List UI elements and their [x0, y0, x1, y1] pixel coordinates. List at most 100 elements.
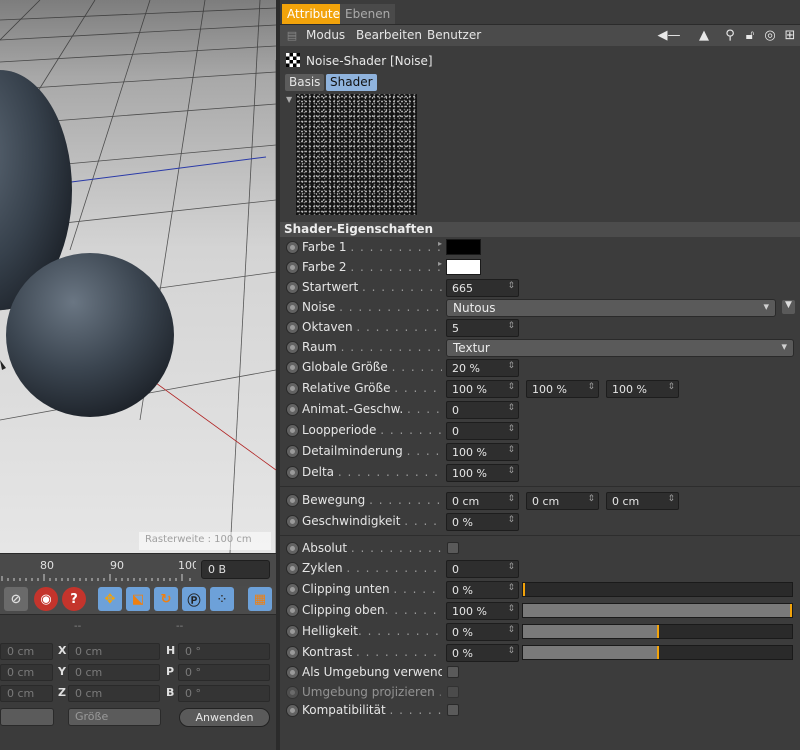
current-frame-field[interactable]: 0 B: [201, 560, 270, 579]
3d-viewport[interactable]: Rasterweite : 100 cm: [0, 0, 276, 553]
size-mode-dropdown[interactable]: Größe: [68, 708, 161, 726]
rotation-p-field[interactable]: 0 °: [178, 664, 270, 681]
bewegung-y-field[interactable]: 0 cm: [526, 492, 599, 510]
target-icon[interactable]: ◎: [762, 27, 778, 43]
autokey-icon[interactable]: ◉: [34, 587, 58, 611]
menu-modus[interactable]: Modus: [306, 28, 345, 42]
position-x-field[interactable]: 0 cm: [0, 643, 53, 660]
animate-radio[interactable]: [286, 445, 299, 458]
size-y-field[interactable]: 0 cm: [68, 664, 160, 681]
animate-radio[interactable]: [286, 466, 299, 479]
animate-radio[interactable]: [286, 515, 299, 528]
clipping-oben-field[interactable]: 100 %: [446, 602, 519, 620]
clipping-unten-slider[interactable]: [522, 582, 793, 597]
kompatibilitaet-checkbox[interactable]: [447, 704, 459, 716]
clipping-unten-field[interactable]: 0 %: [446, 581, 519, 599]
slider-handle[interactable]: [523, 583, 525, 596]
animate-radio[interactable]: [286, 562, 299, 575]
tab-basis[interactable]: Basis: [285, 74, 325, 91]
bewegung-x-field[interactable]: 0 cm: [446, 492, 519, 510]
helligkeit-slider[interactable]: [522, 624, 793, 639]
noise-type-dropdown[interactable]: Nutous: [446, 299, 776, 317]
prop-label: Loopperiode . . . . . . . . . .: [302, 423, 442, 437]
animate-radio[interactable]: [286, 583, 299, 596]
animate-radio[interactable]: [286, 261, 299, 274]
startwert-field[interactable]: 665: [446, 279, 519, 297]
globale-groesse-field[interactable]: 20 %: [446, 359, 519, 377]
clipping-oben-slider[interactable]: [522, 603, 793, 618]
up-arrow-icon[interactable]: ▲: [696, 27, 712, 43]
noise-browser-icon[interactable]: ▼: [782, 300, 795, 314]
animate-radio[interactable]: [286, 321, 299, 334]
animate-radio[interactable]: [286, 341, 299, 354]
animate-radio[interactable]: [286, 625, 299, 638]
tab-ebenen[interactable]: Ebenen: [340, 4, 396, 24]
oktaven-field[interactable]: 5: [446, 319, 519, 337]
delta-field[interactable]: 100 %: [446, 464, 519, 482]
parameter-track-icon[interactable]: Ⓟ: [182, 587, 206, 611]
animate-radio[interactable]: [286, 646, 299, 659]
apply-button[interactable]: Anwenden: [179, 708, 270, 727]
point-level-icon[interactable]: ⁘: [210, 587, 234, 611]
position-z-field[interactable]: 0 cm: [0, 685, 53, 702]
lock-icon[interactable]: 🔓︎: [742, 27, 758, 43]
row-kontrast: Kontrast . . . . . . . . . . . . . . 0 %: [280, 643, 800, 663]
expand-triangle-icon[interactable]: ▸: [438, 239, 442, 248]
grip-icon[interactable]: ▤: [284, 27, 300, 43]
detailminderung-field[interactable]: 100 %: [446, 443, 519, 461]
slider-handle[interactable]: [790, 604, 792, 617]
animate-radio[interactable]: [286, 241, 299, 254]
relative-groesse-z-field[interactable]: 100 %: [606, 380, 679, 398]
zyklen-field[interactable]: 0: [446, 560, 519, 578]
animate-radio[interactable]: [286, 666, 299, 679]
tab-attribute[interactable]: Attribute: [282, 4, 345, 24]
raum-dropdown[interactable]: Textur: [446, 339, 794, 357]
rotation-h-field[interactable]: 0 °: [178, 643, 270, 660]
size-z-field[interactable]: 0 cm: [68, 685, 160, 702]
new-panel-icon[interactable]: ⊞: [782, 27, 798, 43]
relative-groesse-y-field[interactable]: 100 %: [526, 380, 599, 398]
slider-handle[interactable]: [656, 646, 659, 659]
rotation-track-icon[interactable]: ↻: [154, 587, 178, 611]
tab-shader[interactable]: Shader: [326, 74, 377, 91]
expand-triangle-icon[interactable]: ▸: [438, 259, 442, 268]
animate-radio[interactable]: [286, 604, 299, 617]
search-icon[interactable]: ⚲: [722, 27, 738, 43]
position-track-icon[interactable]: ✥: [98, 587, 122, 611]
scheme-icon[interactable]: ▦: [248, 587, 272, 611]
position-y-field[interactable]: 0 cm: [0, 664, 53, 681]
animate-radio[interactable]: [286, 494, 299, 507]
relative-groesse-x-field[interactable]: 100 %: [446, 380, 519, 398]
absolut-checkbox[interactable]: [447, 542, 459, 554]
collapse-arrow-icon[interactable]: ▼: [286, 95, 292, 104]
animate-radio[interactable]: [286, 424, 299, 437]
back-arrow-icon[interactable]: ◀—: [652, 27, 686, 43]
menu-bearbeiten[interactable]: Bearbeiten: [356, 28, 422, 42]
menu-benutzer[interactable]: Benutzer: [427, 28, 481, 42]
geschwindigkeit-field[interactable]: 0 %: [446, 513, 519, 531]
animate-radio[interactable]: [286, 382, 299, 395]
coordinate-mode-dropdown[interactable]: [0, 708, 54, 726]
helligkeit-field[interactable]: 0 %: [446, 623, 519, 641]
animate-radio[interactable]: [286, 704, 299, 717]
loopperiode-field[interactable]: 0: [446, 422, 519, 440]
animate-radio[interactable]: [286, 403, 299, 416]
kontrast-field[interactable]: 0 %: [446, 644, 519, 662]
rotation-b-field[interactable]: 0 °: [178, 685, 270, 702]
animate-radio[interactable]: [286, 301, 299, 314]
slider-handle[interactable]: [656, 625, 659, 638]
record-keys-icon[interactable]: ⊘: [4, 587, 28, 611]
kontrast-slider[interactable]: [522, 645, 793, 660]
color-swatch-farbe2[interactable]: [446, 259, 481, 275]
size-h-field[interactable]: 0 cm: [68, 643, 160, 660]
animate-radio[interactable]: [286, 281, 299, 294]
als-umgebung-checkbox[interactable]: [447, 666, 459, 678]
y-axis-label: Y: [58, 665, 66, 678]
scale-track-icon[interactable]: ⬕: [126, 587, 150, 611]
keyframe-selection-icon[interactable]: ?: [62, 587, 86, 611]
animat-geschw-field[interactable]: 0: [446, 401, 519, 419]
color-swatch-farbe1[interactable]: [446, 239, 481, 255]
bewegung-z-field[interactable]: 0 cm: [606, 492, 679, 510]
animate-radio[interactable]: [286, 361, 299, 374]
animate-radio[interactable]: [286, 542, 299, 555]
